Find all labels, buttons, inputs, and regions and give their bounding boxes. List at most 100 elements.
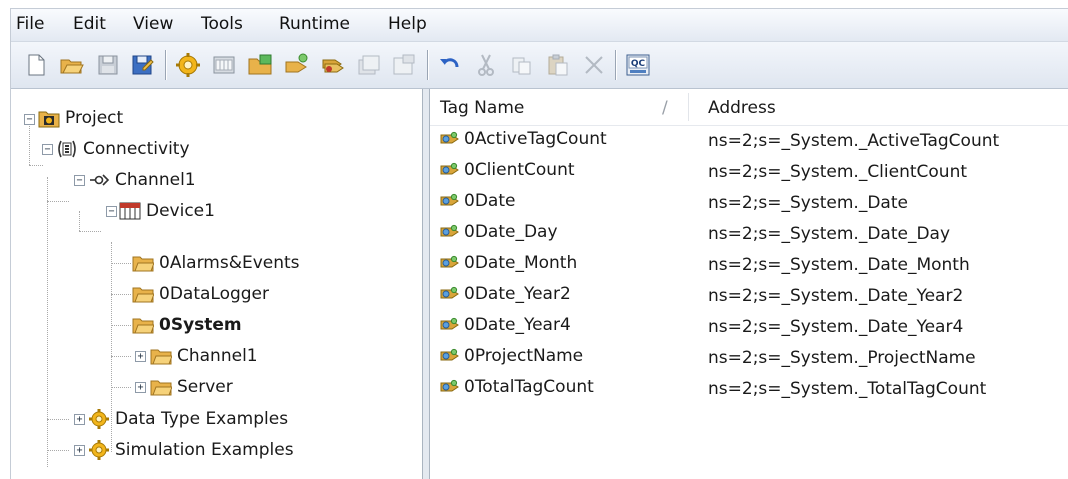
tag-name-text: 0ActiveTagCount	[464, 129, 607, 149]
duplicate-icon[interactable]	[355, 52, 381, 78]
tree-item-folder-server[interactable]: Server	[150, 375, 233, 399]
new-device-icon[interactable]	[211, 52, 237, 78]
tree-item-project[interactable]: Project	[38, 106, 123, 130]
tag-address-text: ns=2;s=_System._ClientCount	[708, 162, 968, 182]
device-collapse-toggle[interactable]: −	[106, 206, 117, 217]
menu-tools[interactable]: Tools	[201, 14, 243, 34]
new-icon[interactable]	[23, 52, 49, 78]
bulk-tags-icon[interactable]	[319, 52, 345, 78]
menu-edit[interactable]: Edit	[73, 14, 106, 34]
gear-icon	[88, 409, 110, 429]
tag-name-text: 0Date_Day	[464, 222, 558, 242]
quick-client-icon[interactable]: QC	[625, 52, 651, 78]
tag-icon	[440, 224, 460, 240]
tree-label-channel1: Channel1	[115, 170, 196, 190]
channel-collapse-toggle[interactable]: −	[74, 175, 85, 186]
table-row[interactable]: 0ActiveTagCount ns=2;s=_System._ActiveTa…	[430, 125, 1068, 155]
tag-name-cell: 0Date	[440, 191, 515, 211]
menu-view[interactable]: View	[133, 14, 173, 34]
tag-address-text: ns=2;s=_System._Date_Year4	[708, 317, 964, 337]
project-icon	[38, 108, 60, 128]
table-row[interactable]: 0Date_Year4 ns=2;s=_System._Date_Year4	[430, 311, 1068, 341]
table-row[interactable]: 0ClientCount ns=2;s=_System._ClientCount	[430, 156, 1068, 186]
table-row[interactable]: 0Date_Day ns=2;s=_System._Date_Day	[430, 218, 1068, 248]
save-as-icon[interactable]	[129, 52, 155, 78]
menu-runtime[interactable]: Runtime	[279, 14, 350, 34]
delete-icon[interactable]	[581, 52, 607, 78]
cut-icon[interactable]	[473, 52, 499, 78]
connectivity-collapse-toggle[interactable]: −	[42, 144, 53, 155]
paste-icon[interactable]	[545, 52, 571, 78]
tag-name-cell: 0Date_Year2	[440, 284, 571, 304]
tag-icon	[440, 162, 460, 178]
column-divider[interactable]	[688, 93, 689, 121]
server-folder-expand-toggle[interactable]: +	[135, 382, 146, 393]
folder-icon	[132, 284, 154, 304]
tag-address-text: ns=2;s=_System._Date_Day	[708, 224, 951, 244]
folder-icon	[150, 346, 172, 366]
new-channel-icon[interactable]	[175, 52, 201, 78]
tree-item-simulation-examples[interactable]: Simulation Examples	[88, 438, 294, 462]
undo-icon[interactable]	[437, 52, 463, 78]
tag-list[interactable]: Tag Name / Address 0ActiveTagCount ns=2;…	[430, 89, 1068, 479]
save-icon[interactable]	[95, 52, 121, 78]
tag-name-cell: 0ClientCount	[440, 160, 575, 180]
tree-item-folder-channel1[interactable]: Channel1	[150, 344, 258, 368]
tree-label-folder-datalogger: 0DataLogger	[159, 284, 270, 304]
tree-label-folder-server: Server	[177, 377, 233, 397]
column-header-address[interactable]: Address	[708, 98, 776, 118]
tag-icon	[440, 255, 460, 271]
quick-client-label: QC	[631, 59, 646, 69]
tag-address-text: ns=2;s=_System._Date	[708, 193, 908, 213]
tree-item-channel1[interactable]: Channel1	[88, 168, 196, 192]
tree-item-connectivity[interactable]: Connectivity	[56, 137, 190, 161]
project-collapse-toggle[interactable]: −	[24, 114, 35, 125]
tree-label-project: Project	[65, 108, 124, 128]
tree-label-folder-system: 0System	[159, 315, 242, 335]
tag-address-text: ns=2;s=_System._Date_Year2	[708, 286, 964, 306]
tag-name-text: 0Date_Month	[464, 253, 578, 273]
simulation-expand-toggle[interactable]: +	[74, 445, 85, 456]
properties-icon[interactable]	[391, 52, 417, 78]
data-type-expand-toggle[interactable]: +	[74, 414, 85, 425]
table-row[interactable]: 0Date_Year2 ns=2;s=_System._Date_Year2	[430, 280, 1068, 310]
toolbar: QC	[11, 42, 1068, 89]
folder-icon	[150, 377, 172, 397]
app-window: File Edit View Tools Runtime Help QC − −…	[10, 8, 1068, 479]
menu-help[interactable]: Help	[388, 14, 427, 34]
channel-folder-expand-toggle[interactable]: +	[135, 351, 146, 362]
menu-file[interactable]: File	[16, 14, 44, 34]
sort-indicator: /	[662, 98, 668, 118]
channel-icon	[88, 170, 110, 190]
tag-name-cell: 0ActiveTagCount	[440, 129, 607, 149]
tree-item-data-type-examples[interactable]: Data Type Examples	[88, 407, 288, 431]
tag-name-text: 0Date_Year2	[464, 284, 571, 304]
menu-bar: File Edit View Tools Runtime Help	[11, 9, 1068, 42]
tree-label-data-type-examples: Data Type Examples	[115, 409, 289, 429]
table-row[interactable]: 0TotalTagCount ns=2;s=_System._TotalTagC…	[430, 373, 1068, 403]
tag-icon	[440, 193, 460, 209]
new-tag-group-icon[interactable]	[247, 52, 273, 78]
copy-icon[interactable]	[509, 52, 535, 78]
table-row[interactable]: 0ProjectName ns=2;s=_System._ProjectName	[430, 342, 1068, 372]
device-icon	[119, 201, 141, 221]
open-icon[interactable]	[59, 52, 85, 78]
table-row[interactable]: 0Date_Month ns=2;s=_System._Date_Month	[430, 249, 1068, 279]
column-header-tag-name[interactable]: Tag Name	[440, 98, 524, 118]
tag-address-text: ns=2;s=_System._TotalTagCount	[708, 379, 987, 399]
tree-label-folder-alarms: 0Alarms&Events	[159, 253, 300, 273]
tree-label-simulation-examples: Simulation Examples	[115, 440, 294, 460]
table-row[interactable]: 0Date ns=2;s=_System._Date	[430, 187, 1068, 217]
tree-item-folder-datalogger[interactable]: 0DataLogger	[132, 282, 269, 306]
new-tag-icon[interactable]	[283, 52, 309, 78]
tree-item-folder-system[interactable]: 0System	[132, 313, 242, 337]
pane-splitter[interactable]	[423, 89, 430, 479]
tag-address-text: ns=2;s=_System._ProjectName	[708, 348, 976, 368]
tree-item-device1[interactable]: Device1	[119, 199, 215, 223]
project-tree[interactable]: − − − − + + + + Project Connectivity Cha…	[11, 89, 423, 479]
tree-label-device1: Device1	[146, 201, 215, 221]
tree-item-folder-alarms[interactable]: 0Alarms&Events	[132, 251, 300, 275]
folder-icon	[132, 253, 154, 273]
tag-name-cell: 0ProjectName	[440, 346, 583, 366]
folder-icon	[132, 315, 154, 335]
